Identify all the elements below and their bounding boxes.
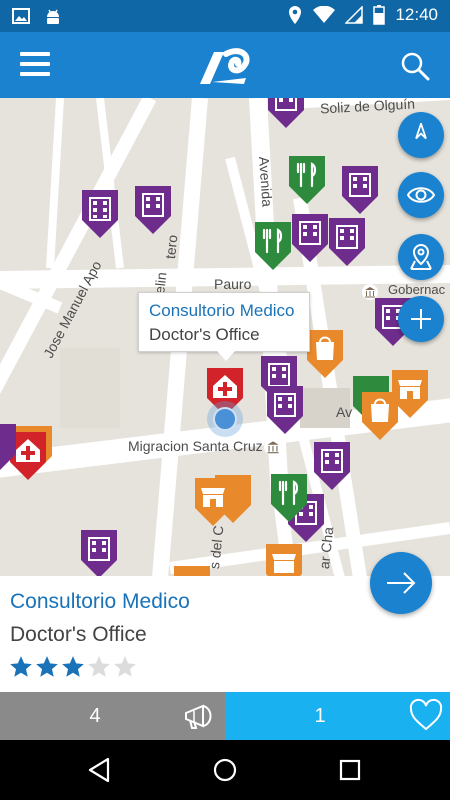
building-pin[interactable] <box>0 422 18 474</box>
plus-icon <box>411 309 431 329</box>
restaurant-pin[interactable] <box>287 154 327 206</box>
place-category: Doctor's Office <box>10 623 147 646</box>
building-pin[interactable] <box>266 98 306 130</box>
building-pin[interactable] <box>79 528 119 576</box>
map-callout[interactable]: Consultorio Medico Doctor's Office <box>138 292 310 361</box>
status-time: 12:40 <box>395 5 438 24</box>
recents-icon[interactable] <box>336 756 364 784</box>
street-label: Avenida <box>256 156 276 208</box>
star-empty-icon <box>88 656 110 677</box>
shopping-pin[interactable] <box>305 328 345 380</box>
image-icon <box>12 8 30 24</box>
street-label: Gobernac <box>388 282 446 297</box>
eye-icon <box>407 187 435 203</box>
comments-count: 4 <box>89 705 101 727</box>
star-filled-icon <box>10 656 32 677</box>
location-icon <box>289 6 302 24</box>
add-button[interactable] <box>398 296 444 342</box>
back-icon[interactable] <box>86 756 114 784</box>
compass-button[interactable] <box>398 112 444 158</box>
status-bar: 12:40 <box>0 0 450 32</box>
wifi-icon <box>313 6 336 23</box>
arrow-right-icon <box>387 572 416 594</box>
building-pin[interactable] <box>312 440 352 492</box>
app-bar <box>0 32 450 98</box>
menu-button[interactable] <box>20 52 50 78</box>
star-filled-icon <box>36 656 58 677</box>
map-view[interactable]: Soliz de Olguín Avenida Jose Manuel Apo … <box>0 98 450 576</box>
view-button[interactable] <box>398 172 444 218</box>
building-pin[interactable] <box>80 188 120 240</box>
building-pin[interactable] <box>290 212 330 264</box>
star-empty-icon <box>114 656 136 677</box>
building-pin[interactable] <box>133 184 173 236</box>
street-label: Pauro <box>214 276 252 292</box>
building-pin[interactable] <box>340 164 380 216</box>
app-logo <box>200 48 250 84</box>
street-label: tero <box>162 234 181 260</box>
restaurant-pin[interactable] <box>269 472 309 524</box>
home-icon[interactable] <box>211 756 239 784</box>
landmark-icon <box>264 438 282 456</box>
street-label: Av <box>336 404 353 420</box>
directions-button[interactable] <box>370 552 432 614</box>
building-pin[interactable] <box>327 216 367 268</box>
battery-icon <box>373 5 386 25</box>
store-pin[interactable] <box>172 564 212 576</box>
store-pin[interactable] <box>193 476 233 528</box>
megaphone-icon <box>185 704 212 729</box>
current-location-marker <box>207 401 243 437</box>
search-icon[interactable] <box>400 51 430 81</box>
callout-subtitle: Doctor's Office <box>149 325 260 344</box>
hamburger-icon <box>20 52 50 56</box>
store-pin[interactable] <box>264 542 304 576</box>
locate-button[interactable] <box>398 234 444 280</box>
restaurant-pin[interactable] <box>253 220 293 272</box>
callout-title: Consultorio Medico <box>149 301 295 320</box>
system-nav-bar <box>0 740 450 800</box>
store-pin[interactable] <box>390 368 430 420</box>
rating-stars <box>8 654 138 680</box>
android-icon <box>47 9 59 24</box>
signal-icon <box>345 6 364 24</box>
star-filled-icon <box>62 656 84 677</box>
favorites-count: 1 <box>314 705 326 727</box>
building-pin[interactable] <box>265 384 305 436</box>
street-label: Migracion Santa Cruz <box>128 438 263 454</box>
favorite-button[interactable]: 1 <box>225 692 450 740</box>
comments-button[interactable]: 4 <box>0 692 225 740</box>
place-title: Consultorio Medico <box>10 590 190 613</box>
compass-icon <box>415 123 427 140</box>
map-pin-icon <box>410 243 432 270</box>
heart-icon <box>409 698 443 731</box>
action-bar: 4 1 <box>0 692 450 740</box>
